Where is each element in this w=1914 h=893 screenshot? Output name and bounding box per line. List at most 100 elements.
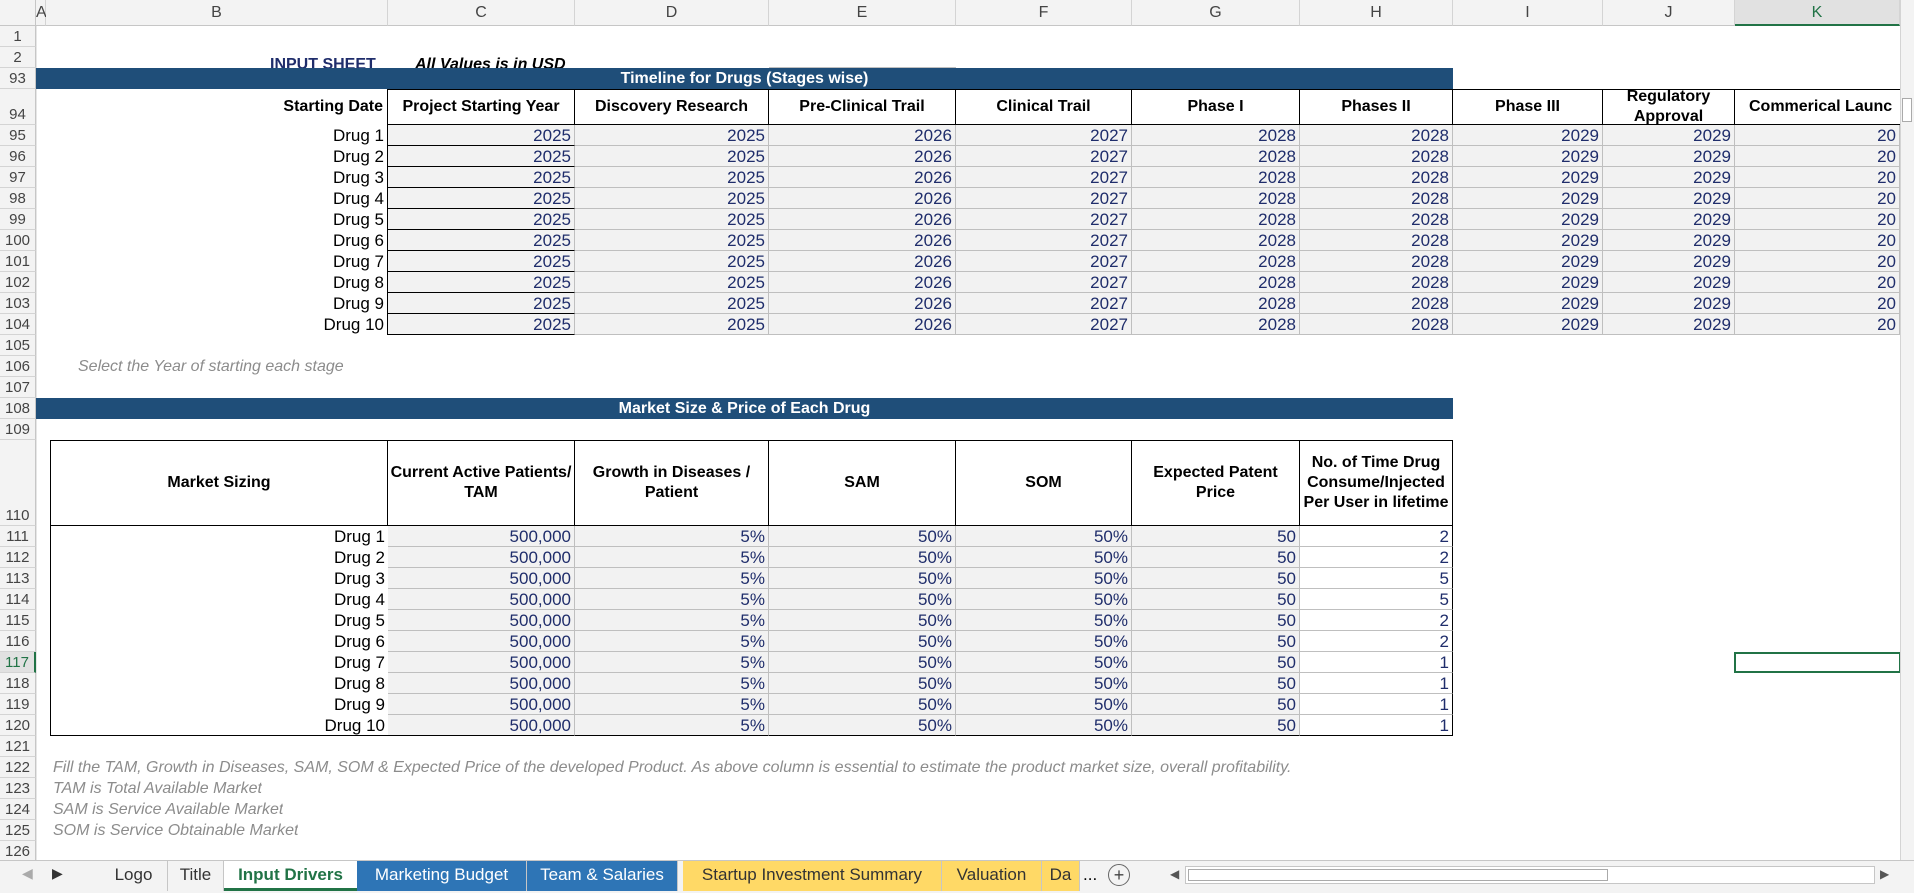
row-header[interactable]: 109 — [0, 419, 36, 440]
market-value-cell[interactable]: 50% — [769, 568, 956, 589]
market-value-cell[interactable]: 500,000 — [388, 547, 575, 568]
timeline-year-cell[interactable]: 2028 — [1300, 209, 1453, 230]
timeline-year-cell[interactable]: 2025 — [388, 188, 575, 209]
timeline-year-cell[interactable]: 2025 — [575, 146, 769, 167]
market-value-cell[interactable]: 50% — [956, 589, 1132, 610]
market-value-cell[interactable]: 5% — [575, 715, 769, 736]
timeline-year-cell[interactable]: 2025 — [575, 230, 769, 251]
market-value-cell[interactable]: 50% — [956, 610, 1132, 631]
timeline-year-cell[interactable]: 2026 — [769, 272, 956, 293]
hscroll-left-icon[interactable]: ◀ — [1170, 867, 1179, 881]
timeline-year-cell[interactable]: 2028 — [1300, 293, 1453, 314]
horizontal-scrollbar[interactable] — [1185, 866, 1875, 884]
timeline-year-cell[interactable]: 2026 — [769, 251, 956, 272]
scroll-thumb[interactable] — [1188, 869, 1608, 881]
market-value-cell[interactable]: 50% — [956, 526, 1132, 547]
column-header-d[interactable]: D — [575, 0, 769, 26]
timeline-year-cell[interactable]: 20 — [1735, 293, 1900, 314]
row-header[interactable]: 1 — [0, 26, 36, 47]
timeline-year-cell[interactable]: 2029 — [1603, 146, 1735, 167]
timeline-year-cell[interactable]: 2025 — [388, 251, 575, 272]
timeline-year-cell[interactable]: 2029 — [1453, 167, 1603, 188]
timeline-year-cell[interactable]: 2025 — [575, 209, 769, 230]
timeline-year-cell[interactable]: 2029 — [1603, 251, 1735, 272]
row-header[interactable]: 123 — [0, 778, 36, 799]
row-header[interactable]: 126 — [0, 841, 36, 862]
market-value-cell[interactable]: 1 — [1300, 694, 1453, 715]
vertical-scroll-thumb[interactable] — [1902, 98, 1912, 122]
market-value-cell[interactable]: 500,000 — [388, 568, 575, 589]
market-value-cell[interactable]: 5% — [575, 547, 769, 568]
timeline-year-cell[interactable]: 2028 — [1132, 314, 1300, 335]
row-header[interactable]: 112 — [0, 547, 36, 568]
row-header[interactable]: 113 — [0, 568, 36, 589]
row-header[interactable]: 116 — [0, 631, 36, 652]
column-header-k[interactable]: K — [1735, 0, 1900, 26]
timeline-year-cell[interactable]: 2029 — [1603, 230, 1735, 251]
market-value-cell[interactable]: 50 — [1132, 610, 1300, 631]
market-value-cell[interactable]: 500,000 — [388, 610, 575, 631]
sheet-tab-logo[interactable]: Logo — [100, 861, 168, 891]
timeline-year-cell[interactable]: 2029 — [1453, 272, 1603, 293]
column-header-c[interactable]: C — [388, 0, 575, 26]
timeline-year-cell[interactable]: 2027 — [956, 167, 1132, 188]
market-value-cell[interactable]: 5% — [575, 631, 769, 652]
market-value-cell[interactable]: 500,000 — [388, 715, 575, 736]
market-value-cell[interactable]: 50 — [1132, 715, 1300, 736]
market-value-cell[interactable]: 50 — [1132, 568, 1300, 589]
column-header-f[interactable]: F — [956, 0, 1132, 26]
timeline-year-cell[interactable]: 2027 — [956, 293, 1132, 314]
timeline-year-cell[interactable]: 2029 — [1603, 188, 1735, 209]
market-value-cell[interactable]: 5% — [575, 526, 769, 547]
row-header[interactable]: 114 — [0, 589, 36, 610]
market-value-cell[interactable]: 500,000 — [388, 694, 575, 715]
timeline-year-cell[interactable]: 2029 — [1453, 209, 1603, 230]
row-header[interactable]: 111 — [0, 526, 36, 547]
market-value-cell[interactable]: 1 — [1300, 715, 1453, 736]
timeline-year-cell[interactable]: 2025 — [575, 125, 769, 146]
market-value-cell[interactable]: 50% — [956, 652, 1132, 673]
timeline-year-cell[interactable]: 2028 — [1300, 146, 1453, 167]
spreadsheet-grid[interactable]: A B C D E F G H I J K 1 2 93 94 95 96 97 98 99 100 101 102 103 1… — [0, 0, 1914, 893]
sheet-tab-title[interactable]: Title — [168, 861, 224, 891]
timeline-year-cell[interactable]: 2028 — [1132, 209, 1300, 230]
row-header[interactable]: 115 — [0, 610, 36, 631]
row-header[interactable]: 118 — [0, 673, 36, 694]
market-value-cell[interactable]: 50 — [1132, 694, 1300, 715]
market-value-cell[interactable]: 50% — [769, 589, 956, 610]
timeline-year-cell[interactable]: 20 — [1735, 167, 1900, 188]
market-value-cell[interactable]: 1 — [1300, 673, 1453, 694]
row-header[interactable]: 93 — [0, 68, 36, 89]
timeline-year-cell[interactable]: 2025 — [388, 272, 575, 293]
timeline-year-cell[interactable]: 2025 — [575, 272, 769, 293]
market-value-cell[interactable]: 5 — [1300, 568, 1453, 589]
timeline-year-cell[interactable]: 2027 — [956, 188, 1132, 209]
row-header[interactable]: 106 — [0, 356, 36, 377]
market-value-cell[interactable]: 2 — [1300, 631, 1453, 652]
sheet-tab-marketing-budget[interactable]: Marketing Budget — [357, 861, 527, 891]
timeline-year-cell[interactable]: 2029 — [1603, 293, 1735, 314]
select-all-corner[interactable] — [0, 0, 36, 26]
timeline-year-cell[interactable]: 2028 — [1300, 272, 1453, 293]
timeline-year-cell[interactable]: 2026 — [769, 314, 956, 335]
timeline-year-cell[interactable]: 2028 — [1300, 251, 1453, 272]
timeline-year-cell[interactable]: 2029 — [1603, 167, 1735, 188]
market-value-cell[interactable]: 1 — [1300, 652, 1453, 673]
timeline-year-cell[interactable]: 2025 — [388, 314, 575, 335]
timeline-year-cell[interactable]: 2029 — [1603, 209, 1735, 230]
market-value-cell[interactable]: 500,000 — [388, 631, 575, 652]
row-header[interactable]: 98 — [0, 188, 36, 209]
timeline-year-cell[interactable]: 2026 — [769, 146, 956, 167]
row-header[interactable]: 119 — [0, 694, 36, 715]
timeline-year-cell[interactable]: 20 — [1735, 209, 1900, 230]
timeline-year-cell[interactable]: 20 — [1735, 188, 1900, 209]
timeline-year-cell[interactable]: 2026 — [769, 209, 956, 230]
market-value-cell[interactable]: 50% — [769, 526, 956, 547]
market-value-cell[interactable]: 50 — [1132, 673, 1300, 694]
row-header[interactable]: 99 — [0, 209, 36, 230]
timeline-year-cell[interactable]: 20 — [1735, 251, 1900, 272]
timeline-year-cell[interactable]: 2029 — [1603, 272, 1735, 293]
timeline-year-cell[interactable]: 2029 — [1453, 125, 1603, 146]
row-header[interactable]: 97 — [0, 167, 36, 188]
column-header-i[interactable]: I — [1453, 0, 1603, 26]
